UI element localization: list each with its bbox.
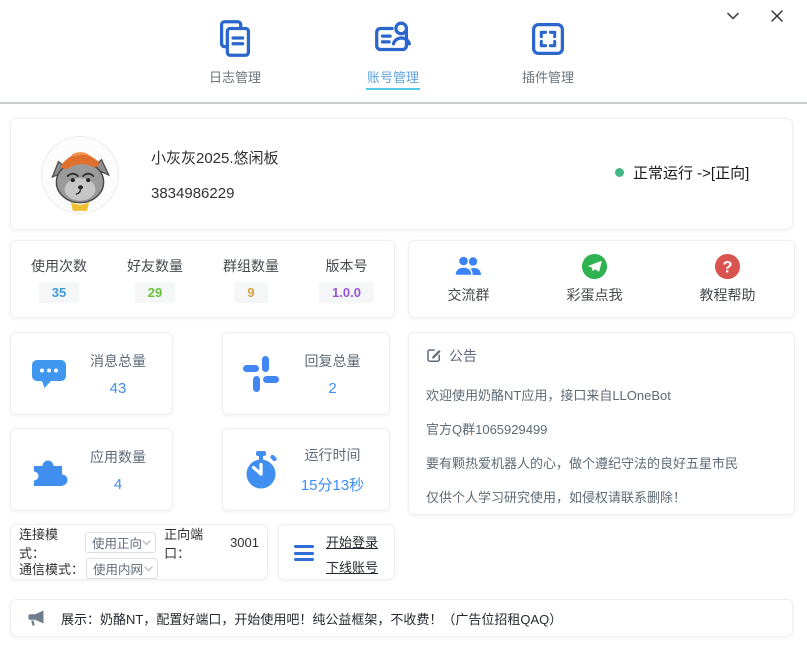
close-button[interactable] (760, 2, 794, 30)
announcement-line: 要有颗热爱机器人的心，做个遵纪守法的良好五星市民 (426, 447, 777, 481)
stat-label: 版本号 (326, 256, 368, 276)
contact-card-icon (370, 16, 416, 62)
profile-account-number: 3834986229 (151, 185, 234, 202)
stat-label: 群组数量 (223, 256, 279, 276)
help-label: 教程帮助 (700, 285, 756, 305)
profile-name: 小灰灰2025.悠闲板 (151, 147, 279, 168)
tab-account[interactable]: 账号管理 (345, 16, 441, 90)
pinwheel-icon (240, 353, 282, 395)
edit-square-icon (426, 347, 442, 366)
chat-group-label: 交流群 (448, 285, 490, 305)
announcement-card: 公告 欢迎使用奶酪NT应用，接口来自LLOneBot 官方Q群106592949… (408, 332, 795, 515)
app-window: 日志管理 账号管理 (0, 0, 807, 655)
stat-value: 29 (135, 282, 175, 303)
easter-egg-label: 彩蛋点我 (567, 285, 623, 305)
announcement-line: 欢迎使用奶酪NT应用，接口来自LLOneBot (426, 379, 777, 413)
minimize-to-tray-button[interactable] (716, 2, 750, 30)
chevron-down-icon (142, 540, 151, 546)
replies-total-card: 回复总量 2 (222, 332, 390, 415)
stat-value: 1.0.0 (319, 282, 374, 303)
connection-settings-card: 连接模式： 使用正向 正向端口： 3001 通信模式： 使用内网 (10, 524, 268, 580)
stat-value: 9 (234, 282, 267, 303)
uptime-card: 运行时间 15分13秒 (222, 428, 390, 511)
scan-frame-icon (525, 16, 571, 62)
apps-count-card: 应用数量 4 (10, 428, 173, 511)
comm-mode-value: 使用内网 (93, 559, 143, 578)
stat-friend-count: 好友数量 29 (127, 256, 183, 303)
tab-plugins[interactable]: 插件管理 (500, 16, 596, 85)
offline-account-link[interactable]: 下线账号 (326, 557, 378, 576)
forward-port-value: 3001 (230, 535, 259, 550)
stat-value: 35 (39, 282, 79, 303)
run-status: 正常运行 ->[正向] (615, 162, 749, 183)
metric-value: 15分13秒 (301, 474, 364, 495)
metric-value: 43 (110, 380, 127, 397)
question-circle-icon: ? (714, 253, 741, 280)
help-link[interactable]: ? 教程帮助 (700, 253, 756, 305)
users-icon (454, 253, 484, 280)
messages-total-card: 消息总量 43 (10, 332, 173, 415)
tab-logs-label: 日志管理 (209, 70, 261, 85)
tab-account-label: 账号管理 (367, 70, 419, 85)
connect-mode-value: 使用正向 (92, 533, 142, 552)
stat-label: 好友数量 (127, 256, 183, 276)
metric-value: 4 (114, 476, 122, 493)
connect-mode-select[interactable]: 使用正向 (85, 532, 156, 553)
easter-egg-link[interactable]: 彩蛋点我 (567, 253, 623, 305)
footer-bar: 展示：奶酪NT，配置好端口，开始使用吧！纯公益框架，不收费！（广告位招租QAQ） (10, 599, 793, 637)
metric-label: 运行时间 (305, 445, 361, 465)
announcement-title: 公告 (449, 346, 477, 366)
metric-label: 应用数量 (90, 447, 146, 467)
avatar (41, 136, 119, 214)
stats-card: 使用次数 35 好友数量 29 群组数量 9 版本号 1.0.0 (10, 240, 395, 318)
stat-version: 版本号 1.0.0 (319, 256, 374, 303)
metric-label: 回复总量 (305, 351, 361, 371)
stat-label: 使用次数 (31, 256, 87, 276)
documents-icon (212, 16, 258, 62)
start-login-link[interactable]: 开始登录 (326, 532, 378, 551)
puzzle-icon (28, 449, 70, 491)
account-actions-card: 开始登录 下线账号 (278, 524, 395, 580)
comm-mode-label: 通信模式： (19, 559, 84, 578)
status-dot (615, 168, 624, 177)
chat-bubble-icon (28, 353, 70, 395)
svg-text:?: ? (722, 258, 732, 276)
chevron-down-icon (725, 10, 741, 22)
metric-label: 消息总量 (90, 351, 146, 371)
quick-links-card: 交流群 彩蛋点我 ? 教程帮助 (408, 240, 795, 318)
tab-plugins-label: 插件管理 (522, 70, 574, 85)
stopwatch-icon (240, 449, 282, 491)
profile-card: 小灰灰2025.悠闲板 3834986229 正常运行 ->[正向] (10, 118, 793, 230)
announcement-header: 公告 (426, 346, 777, 366)
forward-port-label: 正向端口： (164, 524, 228, 562)
chevron-down-icon (144, 566, 153, 572)
paper-plane-icon (581, 253, 608, 280)
tab-active-underline (366, 88, 420, 90)
stat-group-count: 群组数量 9 (223, 256, 279, 303)
status-text: 正常运行 ->[正向] (633, 162, 749, 183)
metric-value: 2 (328, 380, 336, 397)
announcement-line: 官方Q群1065929499 (426, 413, 777, 447)
chat-group-link[interactable]: 交流群 (448, 253, 490, 305)
header: 日志管理 账号管理 (0, 0, 807, 104)
menu-icon[interactable] (294, 545, 314, 561)
connect-mode-label: 连接模式： (19, 524, 83, 562)
stat-usage-count: 使用次数 35 (31, 256, 87, 303)
close-icon (770, 9, 784, 23)
footer-notice-text: 展示：奶酪NT，配置好端口，开始使用吧！纯公益框架，不收费！（广告位招租QAQ） (61, 609, 562, 628)
megaphone-icon (25, 607, 47, 629)
comm-mode-select[interactable]: 使用内网 (86, 558, 158, 579)
tab-logs[interactable]: 日志管理 (187, 16, 283, 85)
announcement-line: 仅供个人学习研究使用，如侵权请联系删除！ (426, 481, 777, 515)
